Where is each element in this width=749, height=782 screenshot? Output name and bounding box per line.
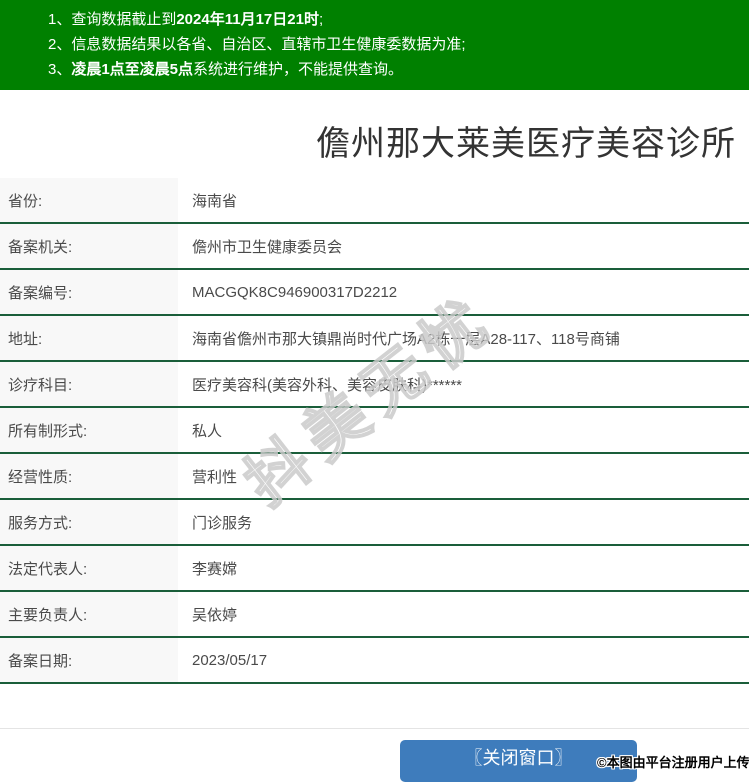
table-row-legal-representative: 法定代表人: 李赛嫦 [0, 546, 749, 592]
table-row-departments: 诊疗科目: 医疗美容科(美容外科、美容皮肤科)****** [0, 362, 749, 408]
row-label: 经营性质: [0, 454, 178, 498]
row-value: 医疗美容科(美容外科、美容皮肤科)****** [192, 376, 463, 394]
row-value: 私人 [192, 422, 223, 440]
notice-line-1: 1、查询数据截止到2024年11月17日21时; [48, 7, 739, 32]
notice-line-1-text: 1、查询数据截止到 [48, 11, 177, 28]
table-row-service-mode: 服务方式: 门诊服务 [0, 500, 749, 546]
notice-line-1-bold: 2024年11月17日21时 [176, 11, 319, 28]
row-label: 备案日期: [0, 638, 178, 682]
table-row-address: 地址: 海南省儋州市那大镇鼎尚时代广场A2栋一层A28-117、118号商铺 [0, 316, 749, 362]
table-row-person-in-charge: 主要负责人: 吴依婷 [0, 592, 749, 638]
notice-line-2: 2、信息数据结果以各省、自治区、直辖市卫生健康委数据为准; [48, 32, 739, 57]
row-value: 营利性 [192, 468, 238, 486]
row-value: 门诊服务 [192, 514, 253, 532]
table-row-business-nature: 经营性质: 营利性 [0, 454, 749, 500]
table-row-province: 省份: 海南省 [0, 178, 749, 224]
image-upload-caption: ©本图由平台注册用户上传 [597, 755, 749, 770]
notice-line-3-bold: 凌晨1点至凌晨5点 [71, 61, 194, 78]
row-label: 备案机关: [0, 224, 178, 268]
registration-info-table: 省份: 海南省 备案机关: 儋州市卫生健康委员会 备案编号: MACGQK8C9… [0, 178, 749, 684]
notice-line-2-text: 2、信息数据结果以各省、自治区、直辖市卫生健康委数据为准; [48, 36, 466, 53]
row-value: 海南省儋州市那大镇鼎尚时代广场A2栋一层A28-117、118号商铺 [192, 330, 620, 348]
row-label: 法定代表人: [0, 546, 178, 590]
table-row-authority: 备案机关: 儋州市卫生健康委员会 [0, 224, 749, 270]
row-value: 2023/05/17 [192, 651, 268, 669]
notice-banner: 1、查询数据截止到2024年11月17日21时; 2、信息数据结果以各省、自治区… [0, 0, 749, 90]
table-row-ownership: 所有制形式: 私人 [0, 408, 749, 454]
row-label: 主要负责人: [0, 592, 178, 636]
row-label: 诊疗科目: [0, 362, 178, 406]
row-label: 所有制形式: [0, 408, 178, 452]
notice-line-1-tail: ; [318, 11, 324, 28]
row-label: 服务方式: [0, 500, 178, 544]
row-label: 地址: [0, 316, 178, 360]
row-value: 吴依婷 [192, 606, 238, 624]
row-label: 备案编号: [0, 270, 178, 314]
notice-line-3: 3、凌晨1点至凌晨5点系统进行维护，不能提供查询。 [48, 57, 739, 82]
row-value: 李赛嫦 [192, 560, 238, 578]
table-row-record-date: 备案日期: 2023/05/17 [0, 638, 749, 684]
table-row-record-number: 备案编号: MACGQK8C946900317D2212 [0, 270, 749, 316]
notice-line-3-text: 3、 [48, 61, 72, 78]
clinic-title: 儋州那大莱美医疗美容诊所 [316, 125, 736, 163]
notice-line-3-tail: 系统进行维护，不能提供查询。 [193, 61, 404, 78]
footer-divider [0, 728, 749, 729]
row-label: 省份: [0, 178, 178, 222]
row-value: 儋州市卫生健康委员会 [192, 238, 343, 256]
row-value: MACGQK8C946900317D2212 [192, 283, 398, 301]
row-value: 海南省 [192, 192, 238, 210]
